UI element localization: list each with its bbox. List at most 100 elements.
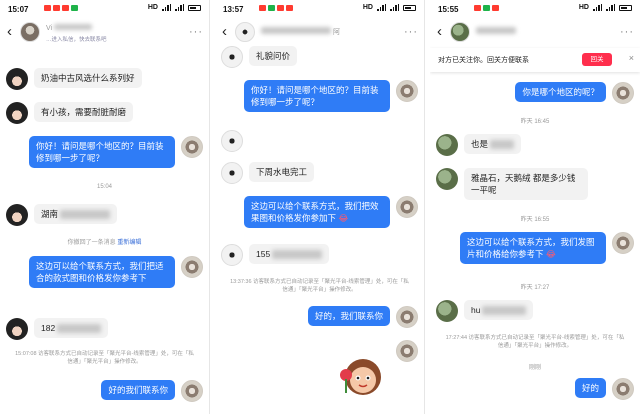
chat-header: ‹ ··· [430, 18, 640, 48]
my-avatar[interactable] [612, 82, 634, 104]
timestamp: 昨天 16:55 [520, 217, 550, 223]
contact-avatar[interactable] [450, 22, 470, 42]
status-time: 15:55 [438, 5, 459, 14]
message-bubble[interactable]: 你好！请问是哪个地区的？目前装修到哪一步了呢？ [29, 136, 175, 168]
app-icon [474, 5, 481, 11]
follow-back-button[interactable]: 回关 [582, 53, 612, 66]
hd-label: HD [147, 4, 158, 11]
my-avatar[interactable] [181, 256, 203, 278]
contact-avatar[interactable] [235, 22, 255, 42]
app-icon [268, 5, 275, 11]
message-bubble[interactable]: 好的 [574, 378, 606, 398]
my-avatar[interactable] [396, 340, 418, 362]
message-row: 奶油中古风选什么系列好 [6, 68, 142, 90]
follow-banner: 对方已关注你。回关方便联系 回关 × [430, 48, 640, 72]
message-row: 雅晶石，天鹅绒 都是多少钱一平呢 [436, 168, 588, 200]
sender-avatar[interactable] [221, 244, 243, 266]
message-bubble[interactable]: 这边可以给个联系方式，我们把适合的款式图和价格发你参考下 [29, 256, 175, 288]
sender-avatar[interactable] [436, 134, 458, 156]
my-avatar[interactable] [396, 80, 418, 102]
status-bar: 15:07 HD [0, 0, 209, 16]
more-icon[interactable]: ··· [620, 26, 634, 38]
re-edit-link[interactable]: 重新编辑 [117, 240, 141, 246]
contact-avatar[interactable] [20, 22, 40, 42]
signal-icon [606, 4, 615, 11]
message-row: 这边可以给个联系方式，我们把效果图和价格发你参加下 😂 [244, 196, 418, 228]
chat-panel-1: 15:07 HD ‹ Vi …进入私信，快去联系吧 ··· 奶油中古风选什么系列… [0, 0, 210, 414]
sender-avatar[interactable] [6, 68, 28, 90]
message-bubble[interactable]: 湖南 [34, 204, 118, 224]
battery-icon [619, 4, 632, 11]
timestamp: 昨天 17:27 [520, 285, 550, 291]
message-bubble[interactable]: 155 [249, 244, 330, 264]
sender-avatar[interactable] [221, 162, 243, 184]
message-row: 下周水电完工 [221, 162, 315, 184]
timestamp: 昨天 16:45 [520, 119, 550, 125]
my-avatar[interactable] [612, 232, 634, 254]
timestamp: 刚刚 [528, 365, 541, 371]
sender-avatar[interactable] [6, 204, 28, 226]
message-bubble[interactable]: 这边可以给个联系方式，我们发图片和价格给你参考下 😂 [460, 232, 606, 264]
close-icon[interactable]: × [629, 53, 634, 63]
hd-label: HD [578, 4, 589, 11]
contact-note: …进入私信，快去联系吧 [46, 37, 107, 43]
message-row: 你好！请问是哪个地区的？目前装修到哪一步了呢？ [29, 136, 203, 168]
battery-icon [188, 4, 201, 11]
app-icon [62, 5, 69, 11]
sender-avatar[interactable] [221, 130, 243, 152]
message-bubble[interactable]: 礼貌问价 [249, 46, 298, 66]
status-time: 15:07 [8, 5, 29, 14]
message-row: 好的 [574, 378, 634, 400]
message-bubble[interactable]: 也是 [464, 134, 522, 154]
sticker-icon[interactable] [337, 353, 383, 399]
sender-avatar[interactable] [436, 300, 458, 322]
message-row: 好的，我们联系你 [307, 306, 418, 328]
system-notice: 15:07:08 访客联系方式已自动记录至「聚光平台-线索管理」处，可在「私信通… [15, 351, 194, 365]
message-bubble[interactable]: hu [464, 300, 534, 320]
message-bubble[interactable]: 有小孩，需要耐脏耐磨 [34, 102, 134, 122]
sender-avatar[interactable] [436, 168, 458, 190]
sender-avatar[interactable] [6, 318, 28, 340]
message-bubble[interactable]: 好的，我们联系你 [307, 306, 390, 326]
more-icon[interactable]: ··· [404, 26, 418, 38]
contact-name [476, 27, 516, 36]
app-icon [259, 5, 266, 11]
emoji-icon: 😂 [545, 249, 556, 259]
message-bubble[interactable]: 好的我们联系你 [101, 380, 175, 400]
message-bubble[interactable]: 182 [34, 318, 109, 338]
app-icon [53, 5, 60, 11]
sender-avatar[interactable] [221, 46, 243, 68]
message-bubble[interactable]: 奶油中古风选什么系列好 [34, 68, 142, 88]
status-right: HD [148, 4, 201, 11]
timestamp: 15:04 [96, 184, 112, 190]
message-row: 也是 [436, 134, 522, 156]
notification-icons [474, 5, 499, 11]
message-bubble[interactable]: 雅晶石，天鹅绒 都是多少钱一平呢 [464, 168, 588, 200]
sender-avatar[interactable] [6, 102, 28, 124]
message-bubble[interactable]: 下周水电完工 [249, 162, 315, 182]
recall-notice: 你撤回了一条消息 重新编辑 [67, 240, 142, 246]
chat-header: ‹ Vi …进入私信，快去联系吧 ··· [0, 18, 209, 48]
message-bubble[interactable]: 这边可以给个联系方式，我们把效果图和价格发你参加下 😂 [244, 196, 390, 228]
message-row [221, 130, 243, 152]
back-arrow-icon[interactable]: ‹ [437, 23, 442, 40]
my-avatar[interactable] [612, 378, 634, 400]
my-avatar[interactable] [396, 196, 418, 218]
status-time: 13:57 [223, 5, 244, 14]
system-notice: 13:37:36 访客联系方式已自动记录至「聚光平台-线索管理」处，可在「私信通… [230, 279, 409, 293]
chat-panel-2: 13:57 HD ‹ 阿 ··· 礼貌问价 你好！请问是哪个地区的？目前装修到哪… [215, 0, 425, 414]
back-arrow-icon[interactable]: ‹ [7, 23, 12, 40]
my-avatar[interactable] [396, 306, 418, 328]
system-notice: 17:27:44 访客联系方式已自动记录至「聚光平台-线索管理」处，可在「私信通… [445, 335, 625, 349]
message-row: 有小孩，需要耐脏耐磨 [6, 102, 134, 124]
emoji-icon: 😂 [338, 213, 349, 223]
message-bubble[interactable]: 你是哪个地区的呢？ [515, 82, 606, 102]
more-icon[interactable]: ··· [189, 26, 203, 38]
message-bubble[interactable]: 你好！请问是哪个地区的？目前装修到哪一步了呢？ [244, 80, 390, 112]
message-row: 湖南 [6, 204, 118, 226]
message-row: 你是哪个地区的呢？ [515, 82, 634, 104]
my-avatar[interactable] [181, 380, 203, 402]
my-avatar[interactable] [181, 136, 203, 158]
back-arrow-icon[interactable]: ‹ [222, 23, 227, 40]
battery-icon [403, 4, 416, 11]
